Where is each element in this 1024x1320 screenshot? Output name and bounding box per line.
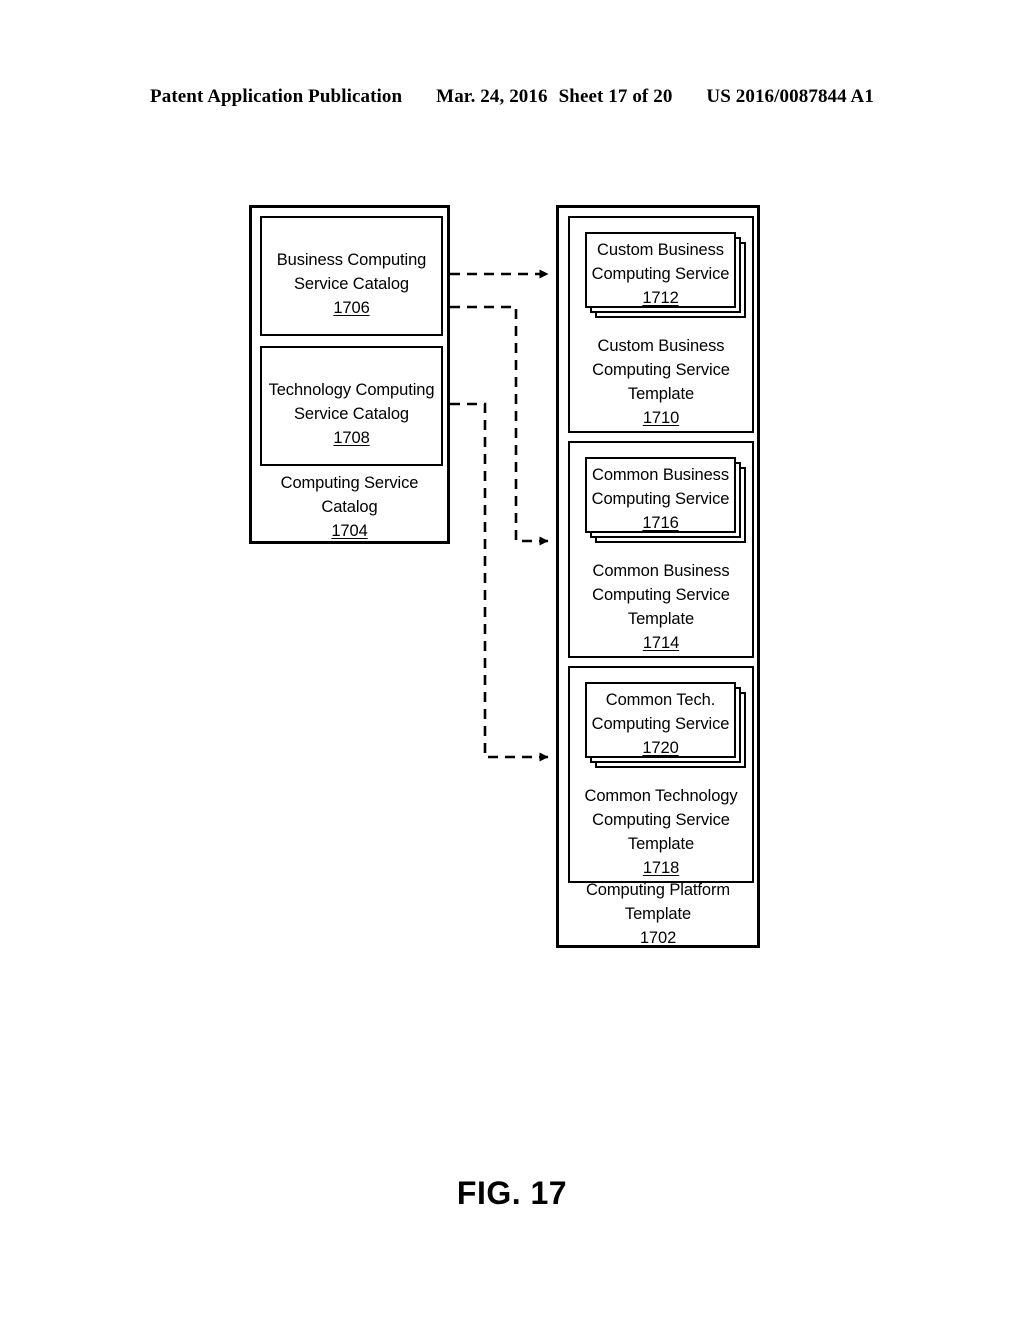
business-computing-service-catalog-box: Business Computing Service Catalog 1706 (260, 216, 443, 336)
common-business-computing-service-card-front: Common Business Computing Service 1716 (585, 457, 736, 533)
technology-computing-service-catalog-box: Technology Computing Service Catalog 170… (260, 346, 443, 466)
business-computing-service-catalog-text: Business Computing Service Catalog 1706 (276, 251, 427, 317)
connector-layer (450, 269, 549, 762)
custom-business-computing-service-card-front: Custom Business Computing Service 1712 (585, 232, 736, 308)
common-business-computing-service-template-box: Common Business Computing Service 1716 C… (568, 441, 754, 658)
common-technology-computing-service-card-front: Common Tech. Computing Service 1720 (585, 682, 736, 758)
common-technology-computing-service-card-text: Common Tech. Computing Service 1720 (591, 691, 730, 757)
common-technology-computing-service-template-box: Common Tech. Computing Service 1720 Comm… (568, 666, 754, 883)
technology-computing-service-catalog-text: Technology Computing Service Catalog 170… (268, 381, 435, 447)
common-business-computing-service-template-label: Common Business Computing Service Templa… (592, 562, 730, 652)
custom-business-computing-service-card-text: Custom Business Computing Service 1712 (591, 241, 730, 307)
computing-service-catalog-label: Computing Service Catalog 1704 (280, 474, 419, 540)
custom-business-computing-service-template-box: Custom Business Computing Service 1712 C… (568, 216, 754, 433)
figure-caption: FIG. 17 (456, 1175, 568, 1211)
patent-figure-17: Business Computing Service Catalog 1706 … (0, 0, 1024, 1320)
custom-business-computing-service-template-label: Custom Business Computing Service Templa… (592, 337, 730, 427)
connector-1708-to-1718 (450, 402, 549, 762)
common-business-computing-service-card-text: Common Business Computing Service 1716 (591, 466, 730, 532)
common-technology-computing-service-template-label: Common Technology Computing Service Temp… (584, 787, 738, 877)
computing-platform-template-label: Computing Platform Template 1702 (585, 881, 730, 947)
computing-platform-template-container: Custom Business Computing Service 1712 C… (556, 205, 760, 948)
connector-1706-to-1714 (450, 305, 549, 546)
computing-service-catalog-container: Business Computing Service Catalog 1706 … (249, 205, 450, 544)
